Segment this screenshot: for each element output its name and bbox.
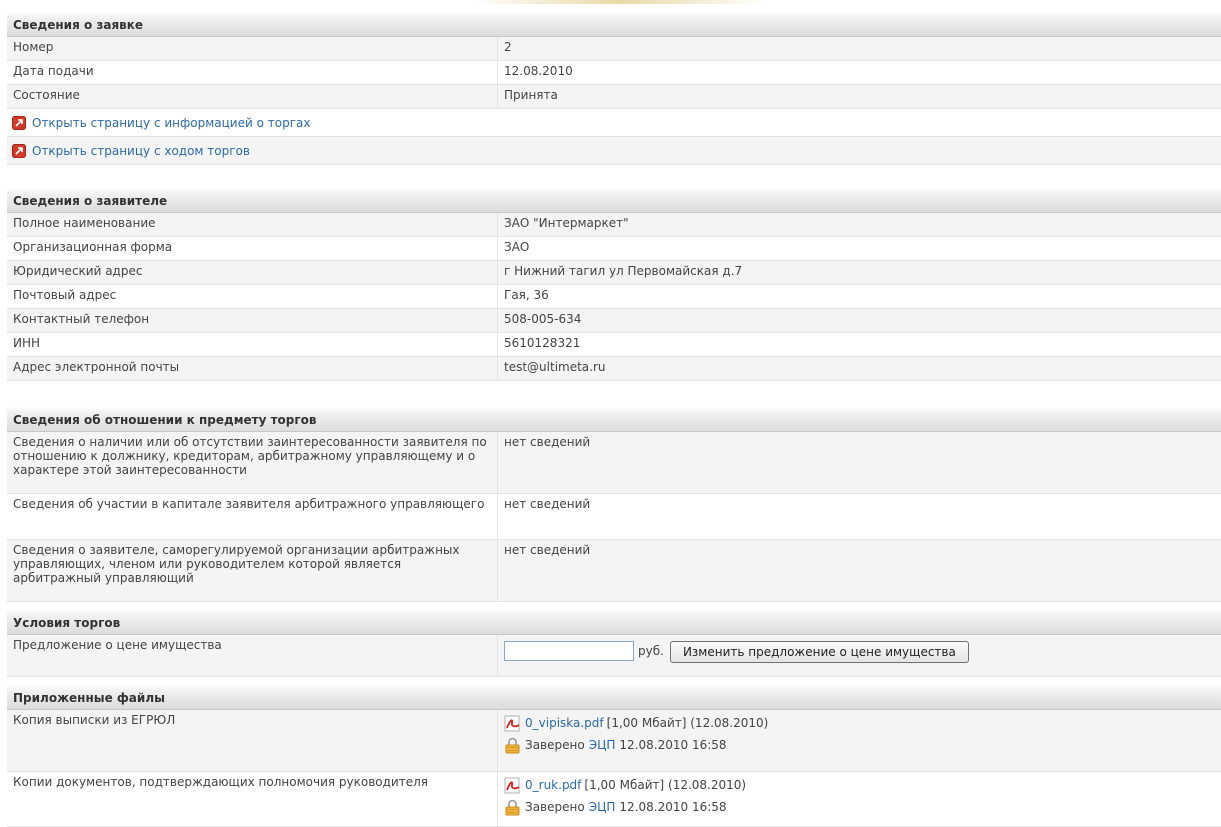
field-label: Копии документов, подтверждающих полномо… <box>13 775 428 789</box>
top-decoration <box>470 0 770 4</box>
field-value: Гая, 36 <box>497 285 1221 308</box>
external-link-icon <box>12 115 26 130</box>
change-price-button[interactable]: Изменить предложение о цене имущества <box>669 641 969 663</box>
field-label: Предложение о цене имущества <box>13 638 222 652</box>
row-interest: Сведения о наличии или об отсутствии заи… <box>7 432 1221 494</box>
field-label: Почтовый адрес <box>13 288 117 302</box>
field-value: 12.08.2010 <box>497 61 1221 84</box>
field-label: Контактный телефон <box>13 312 150 326</box>
section-application: Сведения о заявке Номер 2 Дата подачи 12… <box>7 11 1221 165</box>
field-label: Номер <box>13 40 54 54</box>
field-value: ЗАО "Интермаркет" <box>497 213 1221 236</box>
auction-info-link[interactable]: Открыть страницу с информацией о торгах <box>32 116 310 130</box>
field-value: ЗАО <box>497 237 1221 260</box>
file-link[interactable]: 0_vipiska.pdf <box>525 716 604 730</box>
lock-icon <box>505 799 520 815</box>
field-label: Полное наименование <box>13 216 156 230</box>
section-title: Приложенные файлы <box>7 684 1221 710</box>
row-full-name: Полное наименование ЗАО "Интермаркет" <box>7 213 1221 237</box>
pdf-icon <box>504 777 520 793</box>
field-label: Сведения о заявителе, саморегулируемой о… <box>13 543 460 585</box>
field-label: Состояние <box>13 88 80 102</box>
signed-prefix: Заверено <box>525 738 585 752</box>
field-value: нет сведений <box>497 432 1221 493</box>
signed-prefix: Заверено <box>525 800 585 814</box>
application-details-page: Сведения о заявке Номер 2 Дата подачи 12… <box>0 0 1221 827</box>
signed-date: 12.08.2010 16:58 <box>619 800 727 814</box>
field-value: 5610128321 <box>497 333 1221 356</box>
field-label: Копия выписки из ЕГРЮЛ <box>13 713 176 727</box>
field-value: нет сведений <box>497 494 1221 539</box>
field-value: нет сведений <box>497 540 1221 601</box>
row-sro: Сведения о заявителе, саморегулируемой о… <box>7 540 1221 602</box>
row-legal-address: Юридический адрес г Нижний тагил ул Перв… <box>7 261 1221 285</box>
field-label: ИНН <box>13 336 41 350</box>
signature-line: Заверено ЭЦП 12.08.2010 16:58 <box>504 796 1215 818</box>
section-title: Условия торгов <box>7 609 1221 635</box>
section-title: Сведения об отношении к предмету торгов <box>7 406 1221 432</box>
row-postal-address: Почтовый адрес Гая, 36 <box>7 285 1221 309</box>
field-label: Сведения о наличии или об отсутствии заи… <box>13 435 487 477</box>
external-link-icon <box>12 143 26 158</box>
file-line: 0_ruk.pdf [1,00 Мбайт] (12.08.2010) <box>504 774 1215 796</box>
field-value: Принята <box>497 85 1221 108</box>
field-value: 508-005-634 <box>497 309 1221 332</box>
section-relation: Сведения об отношении к предмету торгов … <box>7 406 1221 602</box>
signed-date: 12.08.2010 16:58 <box>619 738 727 752</box>
field-value: test@ultimeta.ru <box>497 357 1221 380</box>
row-org-form: Организационная форма ЗАО <box>7 237 1221 261</box>
price-controls: руб. Изменить предложение о цене имущест… <box>497 635 1221 676</box>
file-value: 0_ruk.pdf [1,00 Мбайт] (12.08.2010) Заве… <box>497 772 1221 826</box>
section-title: Сведения о заявителе <box>7 187 1221 213</box>
signature-link[interactable]: ЭЦП <box>589 738 616 752</box>
currency-label: руб. <box>638 644 664 658</box>
file-row-egrul: Копия выписки из ЕГРЮЛ 0_vipiska.pdf [1,… <box>7 710 1221 772</box>
field-label: Адрес электронной почты <box>13 360 180 374</box>
signature-line: Заверено ЭЦП 12.08.2010 16:58 <box>504 734 1215 756</box>
field-label: Сведения об участии в капитале заявителя… <box>13 497 485 511</box>
row-number: Номер 2 <box>7 37 1221 61</box>
price-input[interactable] <box>504 641 634 661</box>
file-meta: [1,00 Мбайт] (12.08.2010) <box>584 778 747 792</box>
field-label: Юридический адрес <box>13 264 143 278</box>
row-inn: ИНН 5610128321 <box>7 333 1221 357</box>
field-label: Организационная форма <box>13 240 173 254</box>
row-date: Дата подачи 12.08.2010 <box>7 61 1221 85</box>
lock-icon <box>505 737 520 753</box>
section-files: Приложенные файлы Копия выписки из ЕГРЮЛ… <box>7 684 1221 827</box>
field-value: г Нижний тагил ул Первомайская д.7 <box>497 261 1221 284</box>
auction-progress-link[interactable]: Открыть страницу с ходом торгов <box>32 144 250 158</box>
link-row-auction-progress[interactable]: Открыть страницу с ходом торгов <box>7 137 1221 165</box>
file-link[interactable]: 0_ruk.pdf <box>525 778 581 792</box>
file-value: 0_vipiska.pdf [1,00 Мбайт] (12.08.2010) … <box>497 710 1221 771</box>
file-row-authority: Копии документов, подтверждающих полномо… <box>7 772 1221 827</box>
row-phone: Контактный телефон 508-005-634 <box>7 309 1221 333</box>
field-value: 2 <box>497 37 1221 60</box>
pdf-icon <box>504 715 520 731</box>
row-email: Адрес электронной почты test@ultimeta.ru <box>7 357 1221 381</box>
section-title: Сведения о заявке <box>7 11 1221 37</box>
row-status: Состояние Принята <box>7 85 1221 109</box>
link-row-auction-info[interactable]: Открыть страницу с информацией о торгах <box>7 109 1221 137</box>
signature-link[interactable]: ЭЦП <box>589 800 616 814</box>
file-meta: [1,00 Мбайт] (12.08.2010) <box>606 716 769 730</box>
section-terms: Условия торгов Предложение о цене имущес… <box>7 609 1221 677</box>
field-label: Дата подачи <box>13 64 94 78</box>
file-line: 0_vipiska.pdf [1,00 Мбайт] (12.08.2010) <box>504 712 1215 734</box>
row-capital: Сведения об участии в капитале заявителя… <box>7 494 1221 540</box>
row-price: Предложение о цене имущества руб. Измени… <box>7 635 1221 677</box>
section-applicant: Сведения о заявителе Полное наименование… <box>7 187 1221 381</box>
